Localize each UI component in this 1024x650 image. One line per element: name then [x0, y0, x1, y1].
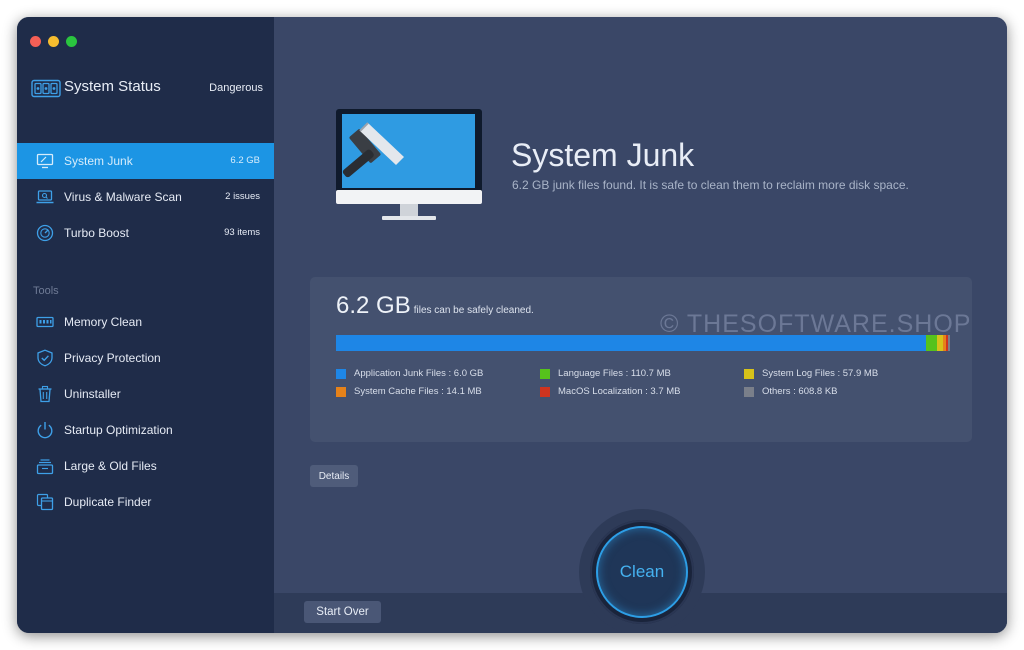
file-stack-icon [36, 459, 54, 475]
legend-label: Language Files : 110.7 MB [558, 368, 671, 379]
app-window: System Status Dangerous System Junk 6.2 … [17, 17, 1007, 633]
sidebar-item-label: System Junk [64, 154, 133, 168]
legend-label: MacOS Localization : 3.7 MB [558, 386, 681, 397]
details-button[interactable]: Details [310, 465, 358, 487]
legend-swatch [744, 387, 754, 397]
sidebar-item-label: Memory Clean [64, 315, 143, 329]
shield-check-icon [37, 349, 53, 367]
system-status-title: System Status [64, 78, 161, 95]
page-subtitle: 6.2 GB junk files found. It is safe to c… [512, 178, 909, 192]
junk-size-summary: 6.2 GB files can be safely cleaned. [336, 292, 534, 320]
trash-icon [38, 385, 52, 403]
memory-chip-icon [36, 316, 54, 328]
legend-label: System Cache Files : 14.1 MB [354, 386, 482, 397]
watermark: © THESOFTWARE.SHOP [660, 310, 972, 338]
legend-label: System Log Files : 57.9 MB [762, 368, 879, 379]
sidebar-item-label: Large & Old Files [64, 459, 157, 473]
monitor-icon [36, 153, 54, 169]
duplicate-folder-icon [36, 493, 54, 511]
sidebar-item-label: Duplicate Finder [64, 495, 152, 509]
junk-summary-card: 6.2 GB files can be safely cleaned. Appli… [310, 277, 972, 442]
sidebar-item-count: 93 items [224, 227, 260, 238]
junk-total-size: 6.2 GB [336, 292, 411, 319]
zoom-window-button[interactable] [66, 36, 77, 47]
sidebar-item-uninstaller[interactable]: Uninstaller [17, 376, 274, 412]
sidebar-item-label: Turbo Boost [64, 226, 129, 240]
legend-label: Others : 608.8 KB [762, 386, 838, 397]
sidebar-item-memory-clean[interactable]: Memory Clean [17, 304, 274, 340]
legend-swatch [336, 387, 346, 397]
sidebar-item-virus-malware-scan[interactable]: Virus & Malware Scan 2 issues [17, 179, 274, 215]
sidebar-item-privacy-protection[interactable]: Privacy Protection [17, 340, 274, 376]
close-window-button[interactable] [30, 36, 41, 47]
speedometer-icon [36, 224, 54, 242]
legend-label: Application Junk Files : 6.0 GB [354, 368, 484, 379]
sidebar-item-label: Uninstaller [64, 387, 121, 401]
system-status-header: System Status Dangerous [31, 77, 263, 101]
sidebar-item-count: 6.2 GB [230, 155, 260, 166]
sidebar: System Status Dangerous System Junk 6.2 … [17, 17, 274, 633]
legend-swatch [540, 369, 550, 379]
sidebar-item-system-junk[interactable]: System Junk 6.2 GB [17, 143, 274, 179]
legend-swatch [540, 387, 550, 397]
sidebar-item-label: Startup Optimization [64, 423, 173, 437]
sidebar-item-label: Privacy Protection [64, 351, 161, 365]
legend-swatch [336, 369, 346, 379]
system-status-icon [31, 79, 61, 98]
tools-section-heading: Tools [33, 285, 59, 297]
status-level-badge: Dangerous [209, 82, 263, 94]
sidebar-item-startup-optimization[interactable]: Startup Optimization [17, 412, 274, 448]
minimize-window-button[interactable] [48, 36, 59, 47]
sidebar-item-duplicate-finder[interactable]: Duplicate Finder [17, 484, 274, 520]
junk-size-caption: files can be safely cleaned. [413, 305, 534, 316]
clean-button[interactable]: Clean [596, 526, 688, 618]
main-panel: System Junk 6.2 GB junk files found. It … [274, 17, 1007, 633]
page-title: System Junk [511, 137, 695, 173]
legend-swatch [744, 369, 754, 379]
start-over-button[interactable]: Start Over [304, 601, 381, 623]
sidebar-item-count: 2 issues [225, 191, 260, 202]
power-icon [37, 422, 53, 439]
sidebar-item-turbo-boost[interactable]: Turbo Boost 93 items [17, 215, 274, 251]
sidebar-item-label: Virus & Malware Scan [64, 190, 182, 204]
laptop-scan-icon [36, 190, 54, 204]
junk-monitor-icon [336, 109, 482, 220]
sidebar-item-large-old-files[interactable]: Large & Old Files [17, 448, 274, 484]
